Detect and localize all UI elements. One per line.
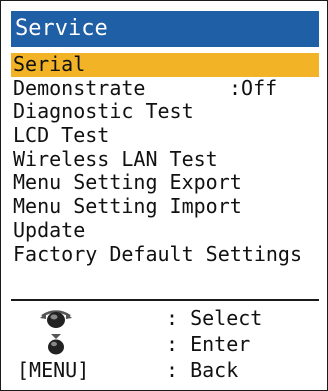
menu-item-label: Menu Setting Import — [13, 194, 242, 219]
menu-item-label: Diagnostic Test — [13, 99, 194, 124]
key-guide-row-enter: : Enter — [11, 331, 319, 357]
service-menu-list: Serial Demonstrate :Off Diagnostic Test … — [11, 52, 319, 267]
menu-item-update[interactable]: Update — [11, 217, 319, 243]
service-menu-screen: Service Serial Demonstrate :Off Diagnost… — [0, 0, 328, 391]
menu-item-label: Menu Setting Export — [13, 170, 242, 195]
key-guide: : Select : Enter [MENU] : Back — [11, 305, 319, 383]
key-guide-row-back: [MENU] : Back — [11, 357, 319, 383]
menu-item-value: :Off — [229, 75, 278, 100]
menu-item-diagnostic-test[interactable]: Diagnostic Test — [11, 100, 319, 124]
menu-item-label: Serial — [13, 52, 86, 76]
menu-item-label: Update — [13, 217, 86, 242]
rotary-knob-push-icon — [11, 331, 101, 357]
menu-key-label: [MENU] — [17, 358, 90, 382]
menu-item-demonstrate[interactable]: Demonstrate :Off — [11, 75, 319, 101]
menu-item-wireless-lan-test[interactable]: Wireless LAN Test — [11, 146, 319, 172]
menu-item-label: Demonstrate — [13, 75, 146, 100]
menu-item-factory-default-settings[interactable]: Factory Default Settings — [11, 241, 319, 267]
rotary-knob-rotate-icon — [11, 305, 101, 331]
menu-item-menu-setting-export[interactable]: Menu Setting Export — [11, 171, 319, 195]
key-guide-row-select: : Select — [11, 305, 319, 331]
menu-title: Service — [11, 11, 319, 47]
back-action-label: : Back — [166, 358, 239, 382]
help-divider — [11, 299, 319, 301]
menu-item-label: Wireless LAN Test — [13, 146, 218, 171]
menu-item-menu-setting-import[interactable]: Menu Setting Import — [11, 194, 319, 219]
select-action-label: : Select — [166, 306, 263, 330]
menu-item-lcd-test[interactable]: LCD Test — [11, 123, 319, 148]
menu-item-label: Factory Default Settings — [13, 241, 302, 266]
menu-item-label: LCD Test — [13, 123, 110, 148]
enter-action-label: : Enter — [166, 332, 251, 356]
menu-item-serial[interactable]: Serial — [11, 52, 319, 77]
